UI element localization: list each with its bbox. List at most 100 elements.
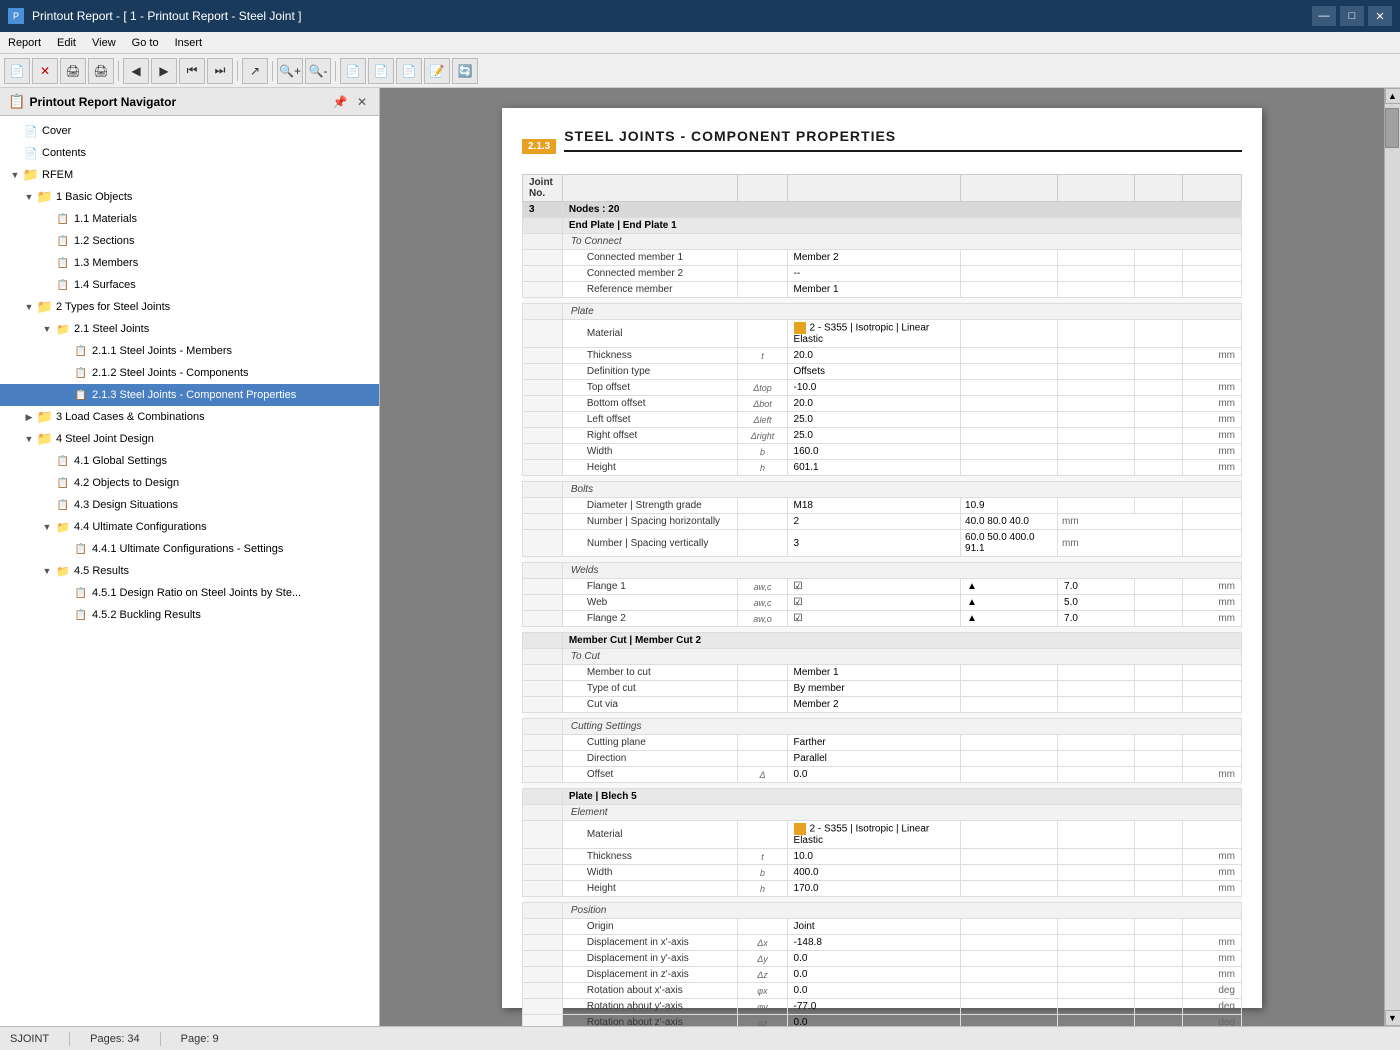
table-row: To Cut — [523, 649, 1242, 665]
tree-item-sj-components[interactable]: 📋 2.1.2 Steel Joints - Components — [0, 362, 379, 384]
scroll-thumb[interactable] — [1385, 108, 1399, 148]
doc-icon-design-situations: 📋 — [54, 498, 72, 512]
tree-item-design-ratio[interactable]: 📋 4.5.1 Design Ratio on Steel Joints by … — [0, 582, 379, 604]
print-button[interactable]: 🖨 — [60, 58, 86, 84]
close-button[interactable]: ✕ — [1368, 6, 1392, 26]
minimize-button[interactable]: — — [1312, 6, 1336, 26]
tree-item-steel-joints[interactable]: ▼ 📁 2.1 Steel Joints — [0, 318, 379, 340]
tree-label-ult-configs-settings: 4.4.1 Ultimate Configurations - Settings — [92, 543, 283, 555]
tree-item-global-settings[interactable]: 📋 4.1 Global Settings — [0, 450, 379, 472]
tree-item-types-steel[interactable]: ▼ 📁 2 Types for Steel Joints — [0, 296, 379, 318]
expand-contents — [8, 146, 22, 160]
table-row: Displacement in z'-axis Δz 0.0 mm — [523, 967, 1242, 983]
tree-item-rfem[interactable]: ▼ 📁 RFEM — [0, 164, 379, 186]
new-button[interactable]: 📄 — [4, 58, 30, 84]
tree-label-sj-members: 2.1.1 Steel Joints - Members — [92, 345, 232, 357]
table-row: Diameter | Strength grade M18 10.9 — [523, 498, 1242, 514]
print2-button[interactable]: 🖨 — [88, 58, 114, 84]
tree-item-materials[interactable]: 📋 1.1 Materials — [0, 208, 379, 230]
zoom-out-button[interactable]: 🔍- — [305, 58, 331, 84]
doc-icon-sections: 📋 — [54, 234, 72, 248]
table-row: Connected member 2 -- — [523, 266, 1242, 282]
tree-item-load-cases[interactable]: ▶ 📁 3 Load Cases & Combinations — [0, 406, 379, 428]
nav-header-icon: 📋 — [8, 93, 25, 110]
delete-button[interactable]: ✕ — [32, 58, 58, 84]
nav-close-button[interactable]: ✕ — [353, 93, 371, 111]
expand-rfem[interactable]: ▼ — [8, 168, 22, 182]
tree-item-steel-joint-design[interactable]: ▼ 📁 4 Steel Joint Design — [0, 428, 379, 450]
section-header: 2.1.3 STEEL JOINTS - COMPONENT PROPERTIE… — [522, 128, 1242, 164]
first-button[interactable]: ⏮ — [179, 58, 205, 84]
expand-basic-objects[interactable]: ▼ — [22, 190, 36, 204]
col-value — [787, 175, 961, 202]
prev-button[interactable]: ◀ — [123, 58, 149, 84]
text-button[interactable]: 📝 — [424, 58, 450, 84]
menu-report[interactable]: Report — [0, 35, 49, 51]
table-row: Height h 170.0 mm — [523, 881, 1242, 897]
doc-icon-sj-comp-props: 📋 — [72, 388, 90, 402]
navigator-header: 📋 Printout Report Navigator 📌 ✕ — [0, 88, 379, 116]
tree-item-surfaces[interactable]: 📋 1.4 Surfaces — [0, 274, 379, 296]
expand-steel-joint-design[interactable]: ▼ — [22, 432, 36, 446]
table-row: Rotation about x'-axis φx 0.0 deg — [523, 983, 1242, 999]
pages-label: Pages: 34 — [90, 1033, 140, 1045]
expand-load-cases[interactable]: ▶ — [22, 410, 36, 424]
tree-item-buckling[interactable]: 📋 4.5.2 Buckling Results — [0, 604, 379, 626]
content-area: 2.1.3 STEEL JOINTS - COMPONENT PROPERTIE… — [380, 88, 1400, 1026]
table-row: Origin Joint — [523, 919, 1242, 935]
menu-view[interactable]: View — [84, 35, 124, 51]
menu-goto[interactable]: Go to — [124, 35, 167, 51]
tree-label-buckling: 4.5.2 Buckling Results — [92, 609, 201, 621]
table-row: Plate — [523, 304, 1242, 320]
expand-ult-configs[interactable]: ▼ — [40, 520, 54, 534]
table-row: Type of cut By member — [523, 681, 1242, 697]
expand-results[interactable]: ▼ — [40, 564, 54, 578]
tree-label-load-cases: 3 Load Cases & Combinations — [56, 411, 205, 423]
col-symbol — [738, 175, 787, 202]
tree-item-sj-members[interactable]: 📋 2.1.1 Steel Joints - Members — [0, 340, 379, 362]
tree-label-design-ratio: 4.5.1 Design Ratio on Steel Joints by St… — [92, 587, 301, 599]
toolbar-sep-2 — [237, 61, 238, 81]
tree-label-rfem: RFEM — [42, 169, 73, 181]
tree-item-objects-design[interactable]: 📋 4.2 Objects to Design — [0, 472, 379, 494]
page-label: Page: 9 — [181, 1033, 219, 1045]
menu-insert[interactable]: Insert — [167, 35, 211, 51]
table-row: Plate | Blech 5 — [523, 789, 1242, 805]
tree-item-sj-comp-props[interactable]: 📋 2.1.3 Steel Joints - Component Propert… — [0, 384, 379, 406]
tree-item-results[interactable]: ▼ 📁 4.5 Results — [0, 560, 379, 582]
expand-steel-joints[interactable]: ▼ — [40, 322, 54, 336]
nav-pin-button[interactable]: 📌 — [331, 93, 349, 111]
menu-edit[interactable]: Edit — [49, 35, 84, 51]
last-button[interactable]: ⏭ — [207, 58, 233, 84]
table-row: Member to cut Member 1 — [523, 665, 1242, 681]
doc-icon-members: 📋 — [54, 256, 72, 270]
table-row: Element — [523, 805, 1242, 821]
maximize-button[interactable]: □ — [1340, 6, 1364, 26]
expand-types-steel[interactable]: ▼ — [22, 300, 36, 314]
toolbar-sep-4 — [335, 61, 336, 81]
vertical-scrollbar[interactable]: ▲ ▼ — [1384, 88, 1400, 1026]
zoom-in-button[interactable]: 🔍+ — [277, 58, 303, 84]
col-extra2 — [1058, 175, 1135, 202]
expand-ult-configs-settings — [58, 542, 72, 556]
next-button[interactable]: ▶ — [151, 58, 177, 84]
tree-item-design-situations[interactable]: 📋 4.3 Design Situations — [0, 494, 379, 516]
properties-table: JointNo. 3 Nodes : 20 — [522, 174, 1242, 1026]
page-container[interactable]: 2.1.3 STEEL JOINTS - COMPONENT PROPERTIE… — [380, 88, 1384, 1026]
col-joint-no: JointNo. — [523, 175, 563, 202]
tree-item-members[interactable]: 📋 1.3 Members — [0, 252, 379, 274]
refresh-button[interactable]: 🔄 — [452, 58, 478, 84]
scroll-up-button[interactable]: ▲ — [1385, 88, 1400, 104]
fit-button[interactable]: 📄 — [340, 58, 366, 84]
tree-item-cover[interactable]: 📄 Cover — [0, 120, 379, 142]
table-row: Width b 160.0 mm — [523, 444, 1242, 460]
fit2-button[interactable]: 📄 — [368, 58, 394, 84]
tree-item-ult-configs[interactable]: ▼ 📁 4.4 Ultimate Configurations — [0, 516, 379, 538]
tree-item-ult-configs-settings[interactable]: 📋 4.4.1 Ultimate Configurations - Settin… — [0, 538, 379, 560]
export-button[interactable]: ↗ — [242, 58, 268, 84]
scroll-down-button[interactable]: ▼ — [1385, 1010, 1400, 1026]
tree-item-basic-objects[interactable]: ▼ 📁 1 Basic Objects — [0, 186, 379, 208]
tree-item-sections[interactable]: 📋 1.2 Sections — [0, 230, 379, 252]
tree-item-contents[interactable]: 📄 Contents — [0, 142, 379, 164]
view-button[interactable]: 📄 — [396, 58, 422, 84]
